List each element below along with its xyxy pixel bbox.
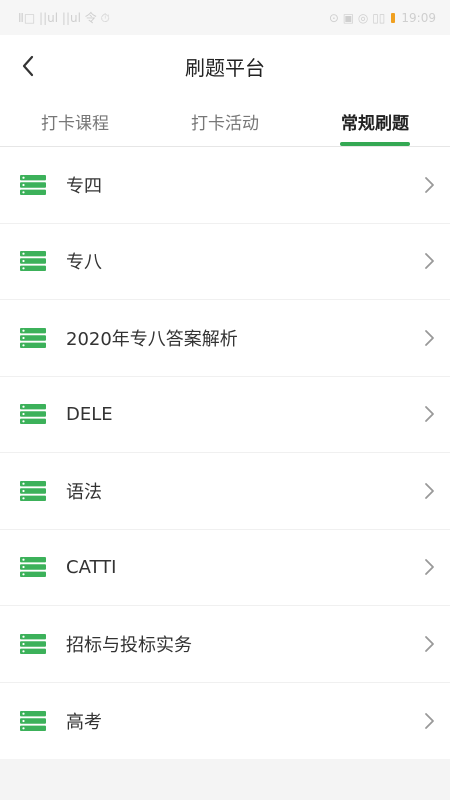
list-item-label: 语法	[66, 481, 102, 503]
list-item[interactable]: CATTI	[0, 530, 450, 606]
tab-checkin-activities[interactable]: 打卡活动	[150, 97, 300, 146]
chevron-right-icon	[425, 329, 434, 346]
page-title: 刷题平台	[185, 55, 265, 80]
list-item[interactable]: 专四	[0, 147, 450, 224]
list-icon	[20, 557, 46, 578]
header: 刷题平台	[0, 35, 450, 97]
list-item-label: DELE	[66, 403, 113, 425]
list-item[interactable]: 招标与投标实务	[0, 606, 450, 683]
list-icon	[20, 327, 46, 348]
list-item[interactable]: 语法	[0, 453, 450, 530]
chevron-right-icon	[425, 253, 434, 270]
chevron-right-icon	[425, 559, 434, 576]
chevron-right-icon	[425, 406, 434, 423]
list-item-label: CATTI	[66, 556, 117, 578]
chevron-right-icon	[425, 712, 434, 729]
status-bar: Ⅱ□ ||ul ||ul 令 ⏱ ⊙ ▣ ◎ ▯▯ 19:09	[0, 0, 450, 35]
status-left-icons: Ⅱ□ ||ul ||ul 令 ⏱	[18, 11, 110, 25]
list-item[interactable]: 专八	[0, 224, 450, 300]
list-item-label: 招标与投标实务	[66, 634, 192, 656]
chevron-right-icon	[425, 176, 434, 193]
list-item[interactable]: 高考	[0, 683, 450, 760]
list-icon	[20, 174, 46, 195]
tab-regular-practice[interactable]: 常规刷题	[300, 97, 450, 146]
list-icon	[20, 404, 46, 425]
tab-label: 打卡活动	[191, 114, 259, 134]
list-item-label: 专四	[66, 175, 102, 197]
battery-icon	[391, 12, 396, 23]
list-icon	[20, 251, 46, 272]
chevron-right-icon	[425, 635, 434, 652]
list-icon	[20, 480, 46, 501]
list-item-label: 高考	[66, 711, 102, 733]
tab-checkin-courses[interactable]: 打卡课程	[0, 97, 150, 146]
practice-list: 专四 专八 2020年专八答案解析 DELE 语法 CATTI 招标与投标实务 …	[0, 147, 450, 759]
status-right: ⊙ ▣ ◎ ▯▯ 19:09	[329, 11, 436, 25]
tab-label: 打卡课程	[41, 114, 109, 134]
status-right-icons: ⊙ ▣ ◎ ▯▯	[328, 10, 386, 25]
list-item-label: 专八	[66, 252, 102, 274]
list-item[interactable]: DELE	[0, 377, 450, 453]
list-icon	[20, 633, 46, 654]
list-item[interactable]: 2020年专八答案解析	[0, 300, 450, 377]
list-icon	[20, 710, 46, 731]
chevron-right-icon	[425, 482, 434, 499]
status-time: 19:09	[401, 10, 436, 25]
tab-label: 常规刷题	[341, 114, 409, 134]
chevron-left-icon	[22, 55, 34, 77]
tab-bar: 打卡课程 打卡活动 常规刷题	[0, 97, 450, 147]
status-left: Ⅱ□ ||ul ||ul 令 ⏱	[18, 9, 110, 26]
back-button[interactable]	[14, 52, 42, 80]
list-item-label: 2020年专八答案解析	[66, 328, 238, 350]
